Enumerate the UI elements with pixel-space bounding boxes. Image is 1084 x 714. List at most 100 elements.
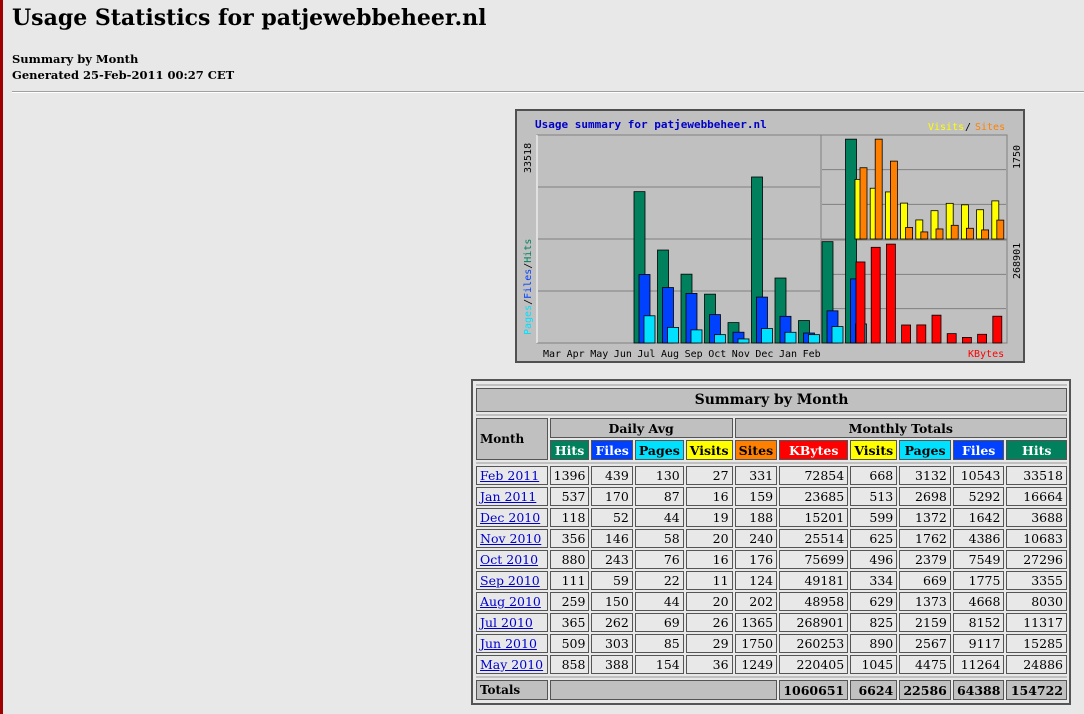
right-top-axis-max: 1750 xyxy=(1012,145,1023,169)
monthly-rows: Feb 2011 1396 439 130 27 331 72854 668 3132 10543… xyxy=(476,466,1067,674)
cell-d-pages: 58 xyxy=(634,529,684,548)
month-cell: Feb 2011 xyxy=(476,466,548,485)
monthly-visits-header: Visits xyxy=(850,440,898,460)
cell-pages: 2567 xyxy=(899,634,951,653)
cell-sites: 202 xyxy=(734,592,778,611)
x-tick-Jan: Jan xyxy=(779,349,797,360)
cell-visits: 668 xyxy=(850,466,898,485)
summary-by-month-table: Summary by Month Month Daily Avg Monthly… xyxy=(474,382,1069,702)
cell-hits: 27296 xyxy=(1006,550,1067,569)
cell-kbytes: 268901 xyxy=(779,613,849,632)
month-link[interactable]: Dec 2010 xyxy=(480,510,540,525)
cell-d-visits: 36 xyxy=(685,655,733,674)
bar-kbytes-Jan xyxy=(977,333,988,344)
bar-sites-Feb xyxy=(996,219,1005,240)
cell-d-hits: 365 xyxy=(549,613,590,632)
cell-d-visits: 11 xyxy=(685,571,733,590)
cell-hits: 11317 xyxy=(1006,613,1067,632)
month-link[interactable]: Jul 2010 xyxy=(480,615,533,630)
cell-d-hits: 111 xyxy=(549,571,590,590)
cell-pages: 2379 xyxy=(899,550,951,569)
month-link[interactable]: Oct 2010 xyxy=(480,552,538,567)
cell-d-pages: 76 xyxy=(634,550,684,569)
cell-d-pages: 44 xyxy=(634,592,684,611)
cell-d-visits: 19 xyxy=(685,508,733,527)
cell-d-visits: 20 xyxy=(685,592,733,611)
monthly-sites-header: Sites xyxy=(734,440,778,460)
cell-files: 1775 xyxy=(952,571,1005,590)
totals-row: Totals 1060651 6624 22586 64388 154722 xyxy=(476,680,1067,700)
page-subtitle: Summary by Month xyxy=(12,52,139,66)
cell-d-pages: 130 xyxy=(634,466,684,485)
bar-pages-Nov xyxy=(784,331,797,344)
table-title: Summary by Month xyxy=(476,388,1067,412)
cell-d-pages: 22 xyxy=(634,571,684,590)
page-title: Usage Statistics for patjewebbeheer.nl xyxy=(12,5,487,31)
total-hits: 154722 xyxy=(1006,680,1067,700)
cell-d-hits: 356 xyxy=(549,529,590,548)
cell-sites: 240 xyxy=(734,529,778,548)
month-cell: Nov 2010 xyxy=(476,529,548,548)
cell-sites: 1249 xyxy=(734,655,778,674)
month-link[interactable]: Aug 2010 xyxy=(480,594,541,609)
x-tick-Apr: Apr xyxy=(567,349,585,360)
month-cell: Sep 2010 xyxy=(476,571,548,590)
cell-sites: 1365 xyxy=(734,613,778,632)
cell-hits: 24886 xyxy=(1006,655,1067,674)
bar-sites-May xyxy=(859,167,868,240)
cell-sites: 331 xyxy=(734,466,778,485)
left-axis-label-part-0: Pages xyxy=(523,305,534,335)
month-cell: Jun 2010 xyxy=(476,634,548,653)
bar-sites-Jun xyxy=(874,138,883,240)
bar-pages-Jun xyxy=(667,326,679,344)
cell-visits: 629 xyxy=(850,592,898,611)
cell-d-files: 388 xyxy=(591,655,633,674)
month-link[interactable]: Sep 2010 xyxy=(480,573,540,588)
cell-files: 4386 xyxy=(952,529,1005,548)
left-axis-label-part-4: Hits xyxy=(523,239,534,263)
cell-sites: 188 xyxy=(734,508,778,527)
cell-visits: 890 xyxy=(850,634,898,653)
cell-files: 10543 xyxy=(952,466,1005,485)
bar-kbytes-Oct xyxy=(931,314,942,344)
cell-kbytes: 72854 xyxy=(779,466,849,485)
cell-kbytes: 220405 xyxy=(779,655,849,674)
cell-hits: 15285 xyxy=(1006,634,1067,653)
cell-files: 4668 xyxy=(952,592,1005,611)
totals-label: Totals xyxy=(476,680,548,700)
cell-pages: 1373 xyxy=(899,592,951,611)
month-link[interactable]: Jan 2011 xyxy=(480,489,536,504)
month-link[interactable]: Nov 2010 xyxy=(480,531,541,546)
cell-d-files: 439 xyxy=(591,466,633,485)
monthly-totals-header: Monthly Totals xyxy=(734,418,1067,438)
month-cell: May 2010 xyxy=(476,655,548,674)
cell-visits: 513 xyxy=(850,487,898,506)
x-tick-Aug: Aug xyxy=(661,349,679,360)
cell-d-visits: 16 xyxy=(685,550,733,569)
cell-pages: 2698 xyxy=(899,487,951,506)
cell-files: 5292 xyxy=(952,487,1005,506)
cell-pages: 1762 xyxy=(899,529,951,548)
cell-kbytes: 75699 xyxy=(779,550,849,569)
cell-hits: 16664 xyxy=(1006,487,1067,506)
x-tick-Mar: Mar xyxy=(543,349,561,360)
month-link[interactable]: Feb 2011 xyxy=(480,468,539,483)
cell-d-hits: 118 xyxy=(549,508,590,527)
cell-kbytes: 25514 xyxy=(779,529,849,548)
month-link[interactable]: May 2010 xyxy=(480,657,543,672)
cell-d-hits: 509 xyxy=(549,634,590,653)
kbytes-label: KBytes xyxy=(968,349,1004,360)
cell-kbytes: 48958 xyxy=(779,592,849,611)
month-link[interactable]: Jun 2010 xyxy=(480,636,537,651)
cell-d-hits: 858 xyxy=(549,655,590,674)
cell-files: 1642 xyxy=(952,508,1005,527)
table-row: Dec 2010 118 52 44 19 188 15201 599 1372 1642 3688 xyxy=(476,508,1067,527)
monthly-hits-header: Hits xyxy=(1006,440,1067,460)
cell-d-hits: 880 xyxy=(549,550,590,569)
bar-sites-Jul xyxy=(889,160,898,240)
daily-avg-header: Daily Avg xyxy=(549,418,733,438)
cell-visits: 1045 xyxy=(850,655,898,674)
x-tick-Dec: Dec xyxy=(755,349,773,360)
cell-kbytes: 23685 xyxy=(779,487,849,506)
cell-sites: 1750 xyxy=(734,634,778,653)
